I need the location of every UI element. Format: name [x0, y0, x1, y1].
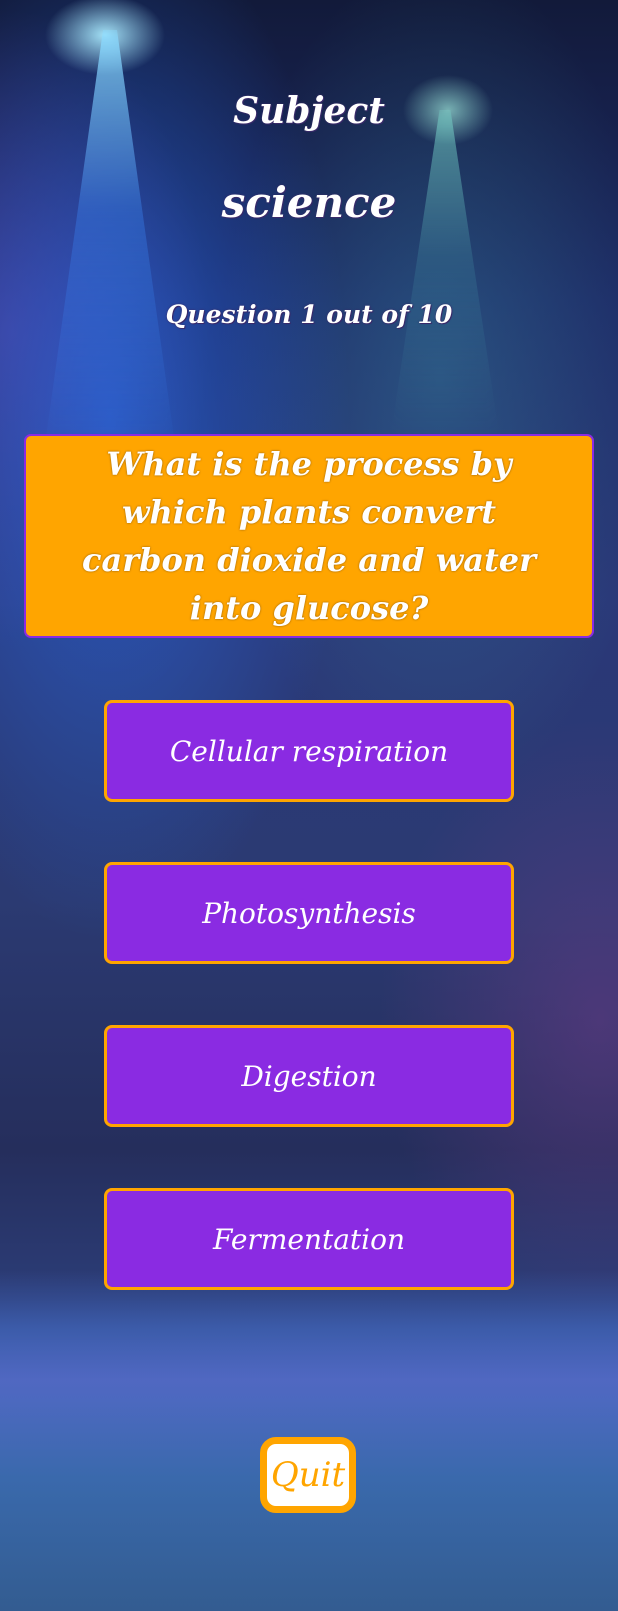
answer-option-3[interactable]: Digestion: [104, 1025, 514, 1127]
subject-name: science: [221, 178, 397, 227]
answer-option-4[interactable]: Fermentation: [104, 1188, 514, 1290]
answer-option-label: Fermentation: [212, 1222, 406, 1256]
quit-button[interactable]: Quit: [260, 1437, 356, 1513]
answer-option-label: Photosynthesis: [202, 896, 416, 930]
quiz-page: { "header": { "subject_heading": "Subjec…: [0, 0, 618, 1611]
subject-heading: Subject: [233, 90, 385, 132]
answer-option-label: Cellular respiration: [169, 734, 449, 768]
answer-option-2[interactable]: Photosynthesis: [104, 862, 514, 964]
quit-button-label: Quit: [270, 1455, 346, 1495]
answer-option-1[interactable]: Cellular respiration: [104, 700, 514, 802]
question-progress: Question 1 out of 10: [165, 300, 453, 329]
spotlight-beam-right: [390, 110, 500, 440]
answer-option-label: Digestion: [241, 1059, 377, 1093]
question-text: What is the process by which plants conv…: [82, 445, 536, 627]
question-card: What is the process by which plants conv…: [24, 434, 594, 638]
